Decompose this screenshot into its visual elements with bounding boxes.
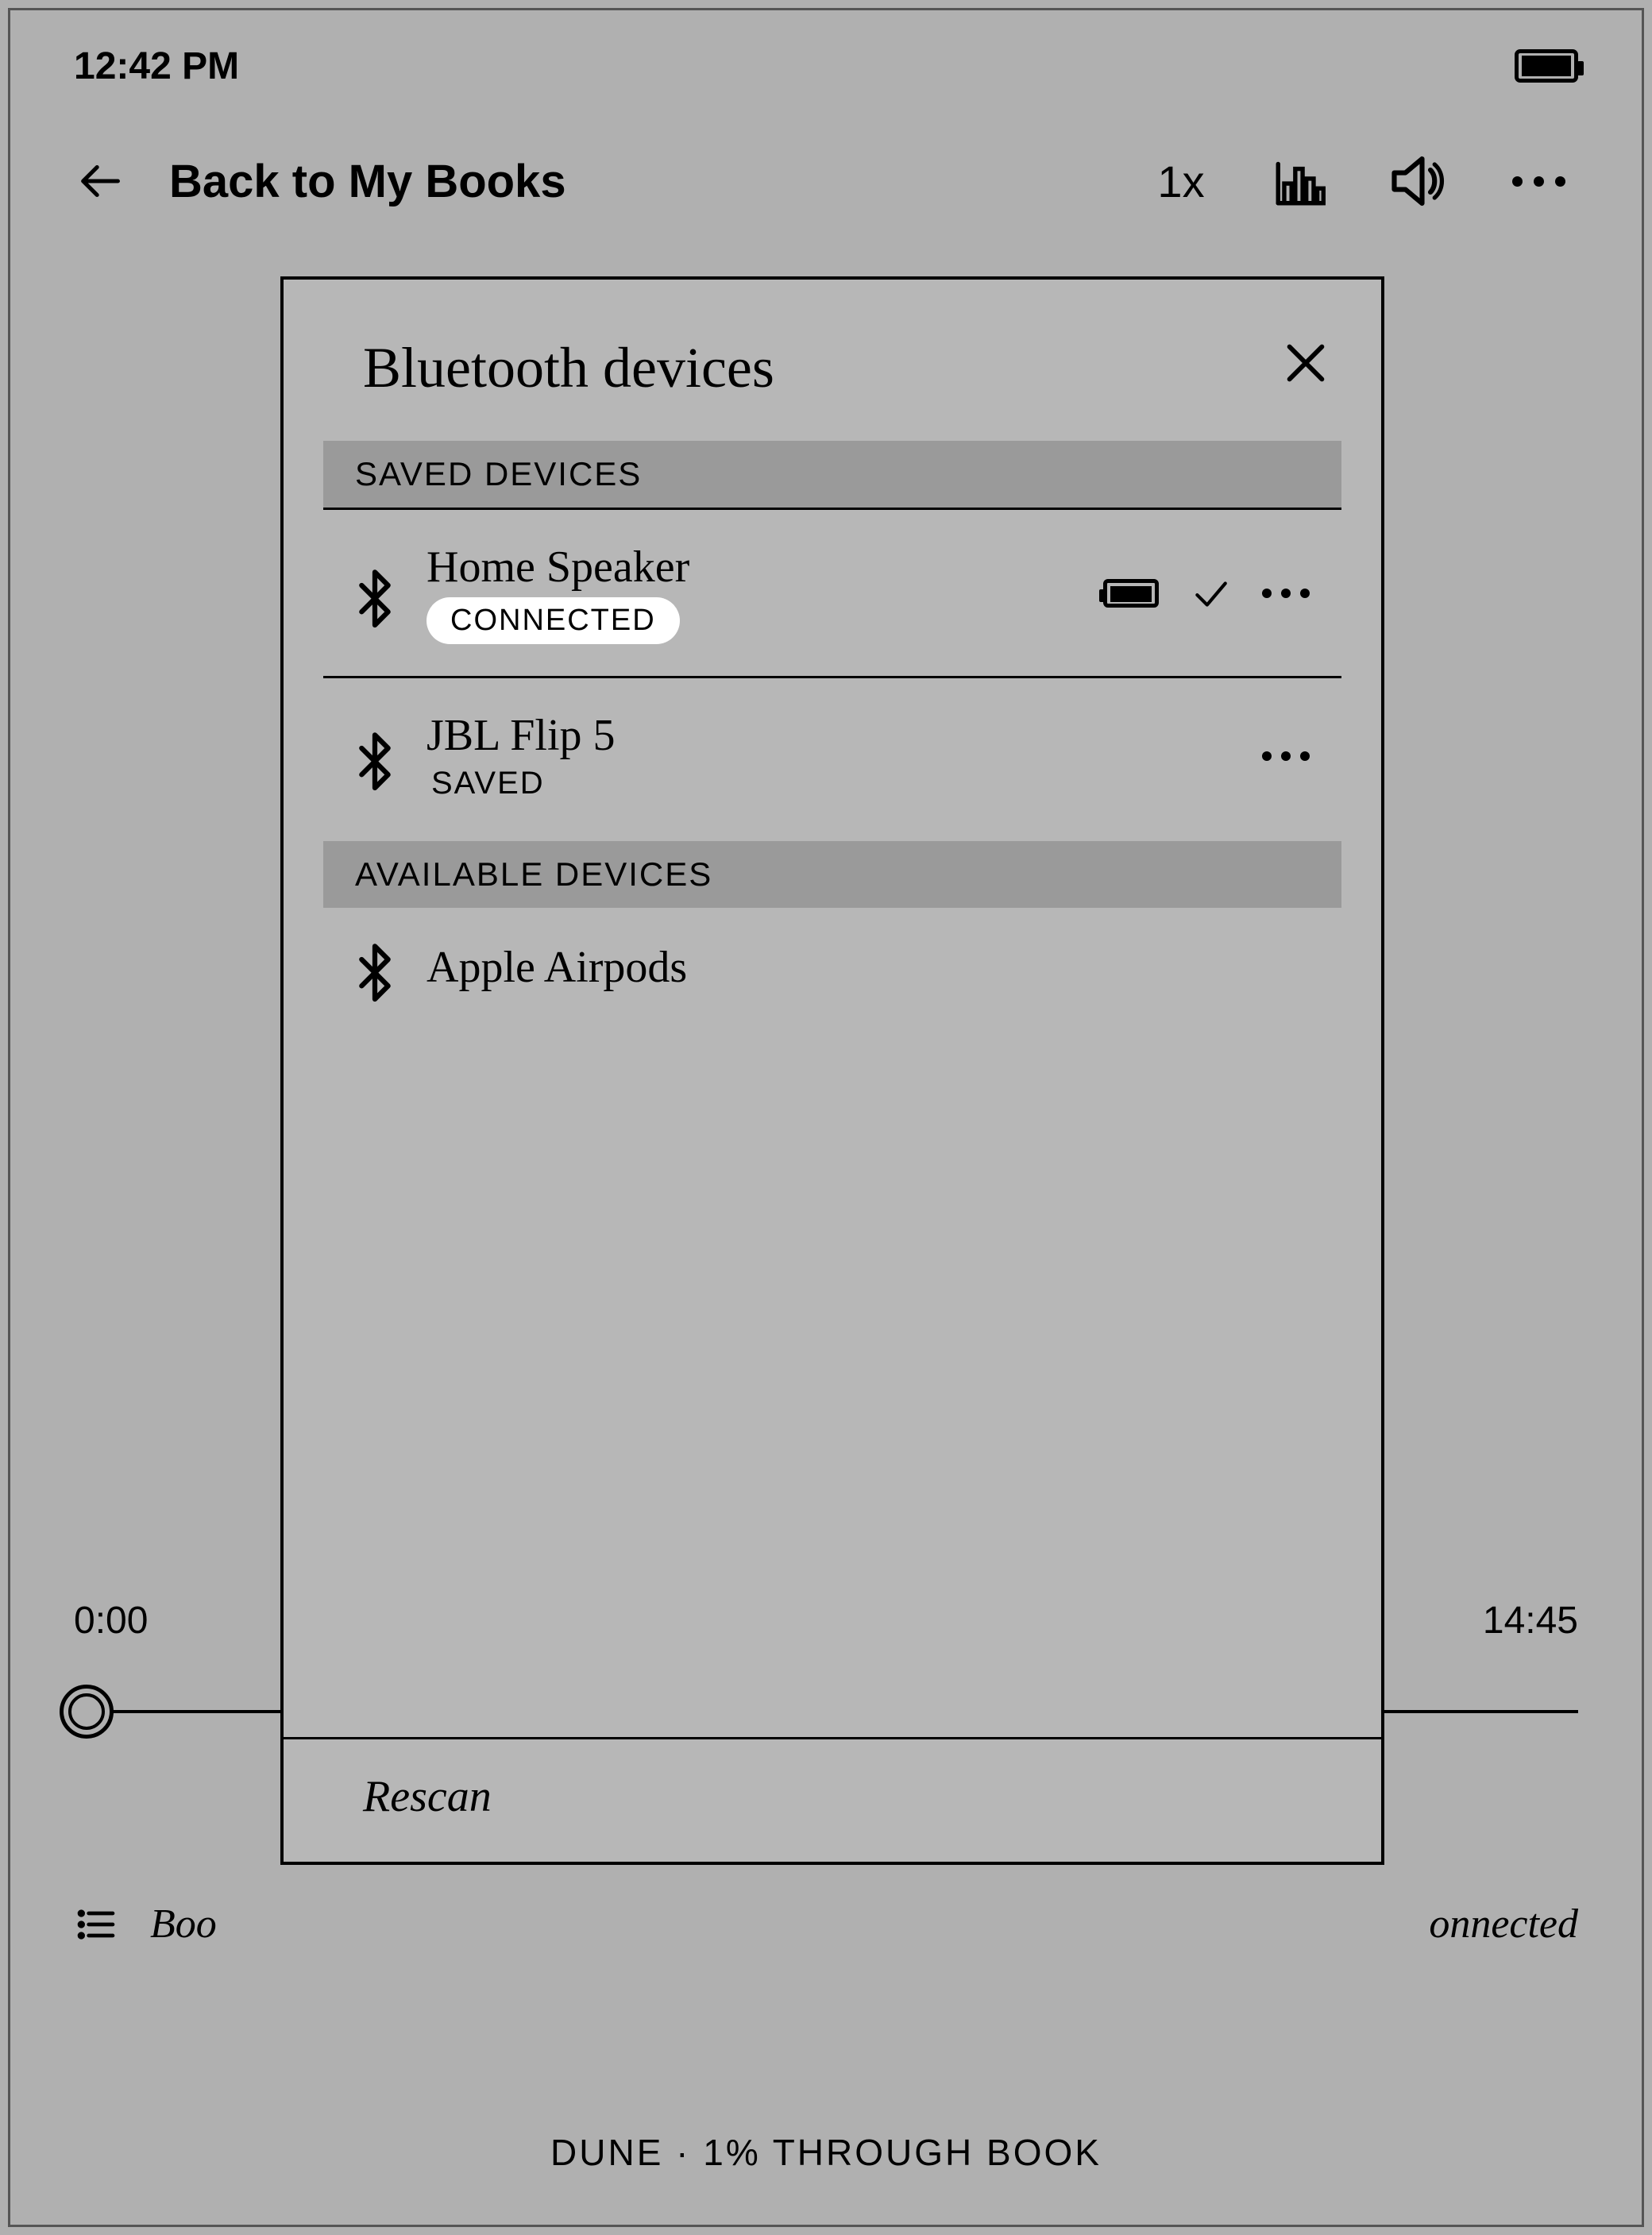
battery-icon xyxy=(1515,49,1578,83)
device-row-home-speaker[interactable]: Home Speaker CONNECTED xyxy=(323,510,1341,678)
more-menu-button[interactable] xyxy=(1499,145,1578,217)
dialog-title: Bluetooth devices xyxy=(363,335,774,401)
back-label[interactable]: Back to My Books xyxy=(169,155,566,208)
saved-devices-header: SAVED DEVICES xyxy=(323,441,1341,510)
device-more-button[interactable] xyxy=(1262,589,1310,598)
device-row-apple-airpods[interactable]: Apple Airpods xyxy=(323,908,1341,1027)
top-nav: Back to My Books 1x xyxy=(10,129,1642,233)
scrubber-thumb[interactable] xyxy=(60,1685,114,1739)
device-row-jbl-flip-5[interactable]: JBL Flip 5 SAVED xyxy=(323,678,1341,833)
rescan-button[interactable]: Rescan xyxy=(284,1737,1381,1862)
screen: 12:42 PM Back to My Books 1x xyxy=(8,8,1644,2227)
book-label-partial: Boo xyxy=(150,1901,217,1947)
playback-speed-label: 1x xyxy=(1157,156,1204,207)
remaining-time: 14:45 xyxy=(1483,1599,1578,1642)
bluetooth-dialog: Bluetooth devices SAVED DEVICES Home Spe… xyxy=(280,276,1384,1865)
connection-text-partial: onnected xyxy=(1429,1901,1578,1947)
device-status: SAVED xyxy=(427,766,616,801)
device-name: Home Speaker xyxy=(427,542,689,593)
status-bar: 12:42 PM xyxy=(10,34,1642,98)
device-name: JBL Flip 5 xyxy=(427,710,616,761)
more-icon xyxy=(1512,176,1565,187)
clock: 12:42 PM xyxy=(74,44,239,88)
bluetooth-icon xyxy=(355,728,395,784)
speaker-icon[interactable] xyxy=(1380,145,1459,217)
device-more-button[interactable] xyxy=(1262,751,1310,761)
bottom-left-row: Boo xyxy=(74,1901,1578,1947)
footer-progress: DUNE · 1% THROUGH BOOK xyxy=(10,2131,1642,2174)
device-battery-icon xyxy=(1103,579,1159,608)
toc-icon[interactable] xyxy=(74,1902,118,1947)
device-status-pill: CONNECTED xyxy=(427,597,680,644)
close-button[interactable] xyxy=(1278,335,1334,391)
bluetooth-icon xyxy=(355,940,395,995)
device-name: Apple Airpods xyxy=(427,942,687,993)
check-icon xyxy=(1191,573,1230,613)
back-arrow-icon[interactable] xyxy=(74,153,129,209)
available-devices-header: AVAILABLE DEVICES xyxy=(323,841,1341,908)
bluetooth-icon xyxy=(355,566,395,621)
stats-icon[interactable] xyxy=(1260,145,1340,217)
elapsed-time: 0:00 xyxy=(74,1599,148,1642)
playback-speed-button[interactable]: 1x xyxy=(1141,145,1221,217)
